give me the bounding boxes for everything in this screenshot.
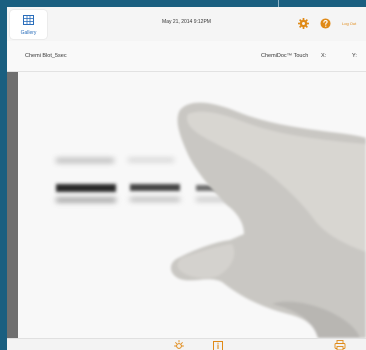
bottom-toolbar <box>7 338 366 350</box>
frame-tick <box>278 0 279 7</box>
viewer-edge-strip <box>7 72 18 338</box>
app-screen: Gallery May 21, 2014 9:12PM Log Out Chem… <box>7 7 366 350</box>
gear-icon[interactable] <box>298 18 309 29</box>
top-frame <box>0 0 366 7</box>
image-name: Chemi Blot_5sec <box>25 53 67 59</box>
date-time: May 21, 2014 9:12PM <box>162 19 211 25</box>
device-name: ChemiDoc™ Touch <box>261 53 309 59</box>
brightness-icon[interactable] <box>173 339 185 350</box>
log-out-link[interactable]: Log Out <box>342 21 356 26</box>
help-icon[interactable] <box>320 18 331 29</box>
image-info-bar: Chemi Blot_5sec ChemiDoc™ Touch X: Y: <box>7 41 366 72</box>
x-coordinate-label: X: <box>321 53 327 59</box>
blot-image <box>18 72 366 338</box>
print-icon[interactable] <box>334 339 346 350</box>
image-viewer[interactable] <box>7 72 366 338</box>
y-coordinate-label: Y: <box>352 53 357 59</box>
info-icon[interactable] <box>212 339 224 350</box>
gallery-label: Gallery <box>20 30 37 36</box>
header-bar: Gallery May 21, 2014 9:12PM Log Out <box>7 7 366 41</box>
